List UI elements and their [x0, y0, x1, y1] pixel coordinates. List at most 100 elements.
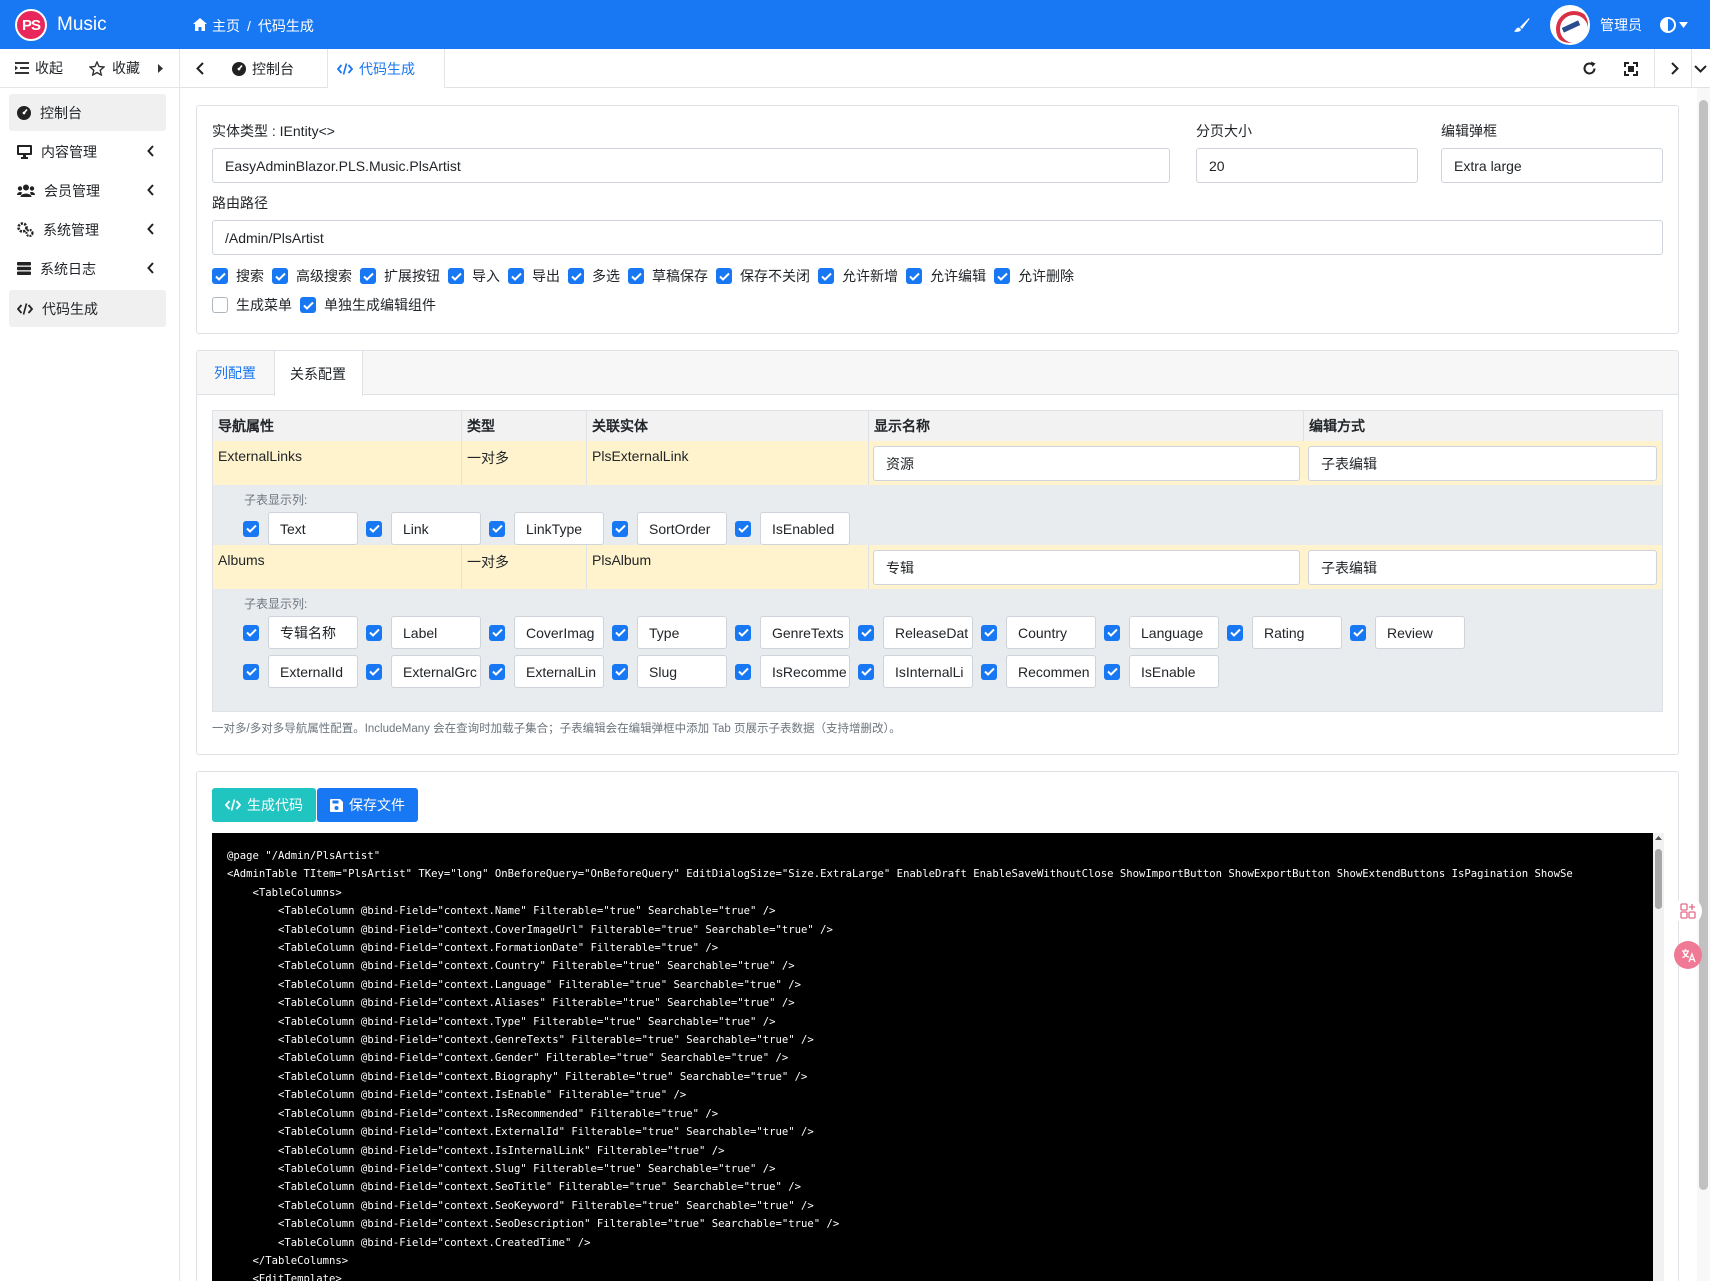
subcolumn-title-field[interactable]: 专辑名称	[268, 616, 358, 649]
tab-codegen[interactable]: 代码生成	[327, 49, 445, 88]
tab-menu-chevron-down-icon[interactable]	[1691, 49, 1710, 88]
entity-field[interactable]: EasyAdminBlazor.PLS.Music.PlsArtist	[212, 148, 1170, 183]
subcolumn-title-field[interactable]: ExternalGrc	[391, 655, 481, 688]
page-size-field[interactable]: 20	[1196, 148, 1418, 183]
refresh-icon[interactable]	[1569, 49, 1609, 88]
subcolumn-title-field[interactable]: IsEnabled	[760, 512, 850, 545]
checkbox[interactable]	[612, 520, 628, 537]
checkbox[interactable]	[716, 268, 732, 284]
checkbox[interactable]	[272, 268, 288, 284]
display-name-field[interactable]: 资源	[873, 446, 1300, 481]
checkbox[interactable]	[243, 663, 259, 680]
user-name[interactable]: 管理员	[1600, 15, 1642, 35]
subcolumn-title-field[interactable]: IsRecomme	[760, 655, 850, 688]
scroll-thumb[interactable]	[1655, 849, 1662, 909]
checkbox[interactable]	[366, 663, 382, 680]
checkbox[interactable]	[360, 268, 376, 284]
route-field[interactable]: /Admin/PlsArtist	[212, 220, 1663, 255]
checkbox[interactable]	[858, 663, 874, 680]
tab-relations[interactable]: 关系配置	[274, 351, 363, 396]
sidebar-item-dashboard[interactable]: 控制台	[9, 94, 166, 131]
favorites-button[interactable]: 收藏	[89, 58, 140, 78]
checkbox[interactable]	[735, 663, 751, 680]
brand[interactable]: PS Music	[15, 9, 107, 41]
checkbox[interactable]	[243, 624, 259, 641]
subcolumn-title-field[interactable]: Rating	[1252, 616, 1342, 649]
checkbox[interactable]	[1104, 663, 1120, 680]
option-label[interactable]: 单独生成编辑组件	[324, 295, 436, 315]
checkbox[interactable]	[612, 663, 628, 680]
subcolumn-title-field[interactable]: Slug	[637, 655, 727, 688]
generated-code-block[interactable]: @page "/Admin/PlsArtist" <AdminTable TIte…	[212, 833, 1653, 1281]
subcolumn-title-field[interactable]: Recommen	[1006, 655, 1096, 688]
subcolumn-title-field[interactable]: LinkType	[514, 512, 604, 545]
save-file-button[interactable]: 保存文件	[317, 788, 418, 822]
checkbox[interactable]	[489, 624, 505, 641]
checkbox[interactable]	[1350, 624, 1366, 641]
checkbox[interactable]	[448, 268, 464, 284]
page-scrollbar[interactable]	[1697, 88, 1710, 1281]
subcolumn-title-field[interactable]: Review	[1375, 616, 1465, 649]
sidebar-item-members[interactable]: 会员管理	[9, 172, 166, 209]
checkbox[interactable]	[628, 268, 644, 284]
checkbox[interactable]	[735, 624, 751, 641]
option-label[interactable]: 搜索	[236, 266, 264, 286]
display-name-field[interactable]: 专辑	[873, 550, 1300, 585]
subcolumn-title-field[interactable]: GenreTexts	[760, 616, 850, 649]
scroll-thumb[interactable]	[1699, 100, 1708, 1190]
caret-right-icon[interactable]	[158, 63, 163, 73]
tab-prev-icon[interactable]	[180, 49, 220, 88]
option-label[interactable]: 多选	[592, 266, 620, 286]
subcolumn-title-field[interactable]: Text	[268, 512, 358, 545]
subcolumn-title-field[interactable]: Type	[637, 616, 727, 649]
checkbox[interactable]	[568, 268, 584, 284]
checkbox[interactable]	[994, 268, 1010, 284]
subcolumn-title-field[interactable]: ExternalId	[268, 655, 358, 688]
generate-code-button[interactable]: 生成代码	[212, 788, 316, 822]
subcolumn-title-field[interactable]: Country	[1006, 616, 1096, 649]
option-label[interactable]: 导出	[532, 266, 560, 286]
checkbox[interactable]	[1227, 624, 1243, 641]
checkbox[interactable]	[212, 297, 228, 313]
tab-columns[interactable]: 列配置	[197, 351, 274, 395]
checkbox[interactable]	[300, 297, 316, 313]
checkbox[interactable]	[1104, 624, 1120, 641]
edit-mode-select[interactable]: 子表编辑	[1308, 446, 1657, 481]
fullscreen-icon[interactable]	[1611, 49, 1651, 88]
subcolumn-title-field[interactable]: CoverImag	[514, 616, 604, 649]
option-label[interactable]: 允许新增	[842, 266, 898, 286]
checkbox[interactable]	[489, 520, 505, 537]
checkbox[interactable]	[212, 268, 228, 284]
checkbox[interactable]	[612, 624, 628, 641]
checkbox[interactable]	[243, 520, 259, 537]
sidebar-item-logs[interactable]: 系统日志	[9, 250, 166, 287]
checkbox[interactable]	[906, 268, 922, 284]
option-label[interactable]: 生成菜单	[236, 295, 292, 315]
theme-toggle-icon[interactable]	[1660, 16, 1688, 33]
sidebar-item-codegen[interactable]: 代码生成	[9, 290, 166, 327]
option-label[interactable]: 高级搜索	[296, 266, 352, 286]
dialog-size-select[interactable]: Extra large	[1441, 148, 1663, 183]
subcolumn-title-field[interactable]: ReleaseDat	[883, 616, 973, 649]
sidebar-item-content[interactable]: 内容管理	[9, 133, 166, 170]
checkbox[interactable]	[818, 268, 834, 284]
collapse-button[interactable]: 收起	[15, 58, 63, 78]
subcolumn-title-field[interactable]: IsInternalLi	[883, 655, 973, 688]
option-label[interactable]: 草稿保存	[652, 266, 708, 286]
sidebar-item-system[interactable]: 系统管理	[9, 211, 166, 248]
option-label[interactable]: 扩展按钮	[384, 266, 440, 286]
edit-mode-select[interactable]: 子表编辑	[1308, 550, 1657, 585]
checkbox[interactable]	[735, 520, 751, 537]
checkbox[interactable]	[489, 663, 505, 680]
checkbox[interactable]	[366, 520, 382, 537]
subcolumn-title-field[interactable]: IsEnable	[1129, 655, 1219, 688]
tab-next-icon[interactable]	[1655, 49, 1695, 88]
scroll-up-icon[interactable]	[1653, 833, 1664, 843]
option-label[interactable]: 允许删除	[1018, 266, 1074, 286]
checkbox[interactable]	[981, 624, 997, 641]
option-label[interactable]: 允许编辑	[930, 266, 986, 286]
code-scrollbar[interactable]	[1653, 833, 1664, 1281]
widget-grid-icon[interactable]	[1674, 897, 1702, 925]
option-label[interactable]: 导入	[472, 266, 500, 286]
checkbox[interactable]	[858, 624, 874, 641]
